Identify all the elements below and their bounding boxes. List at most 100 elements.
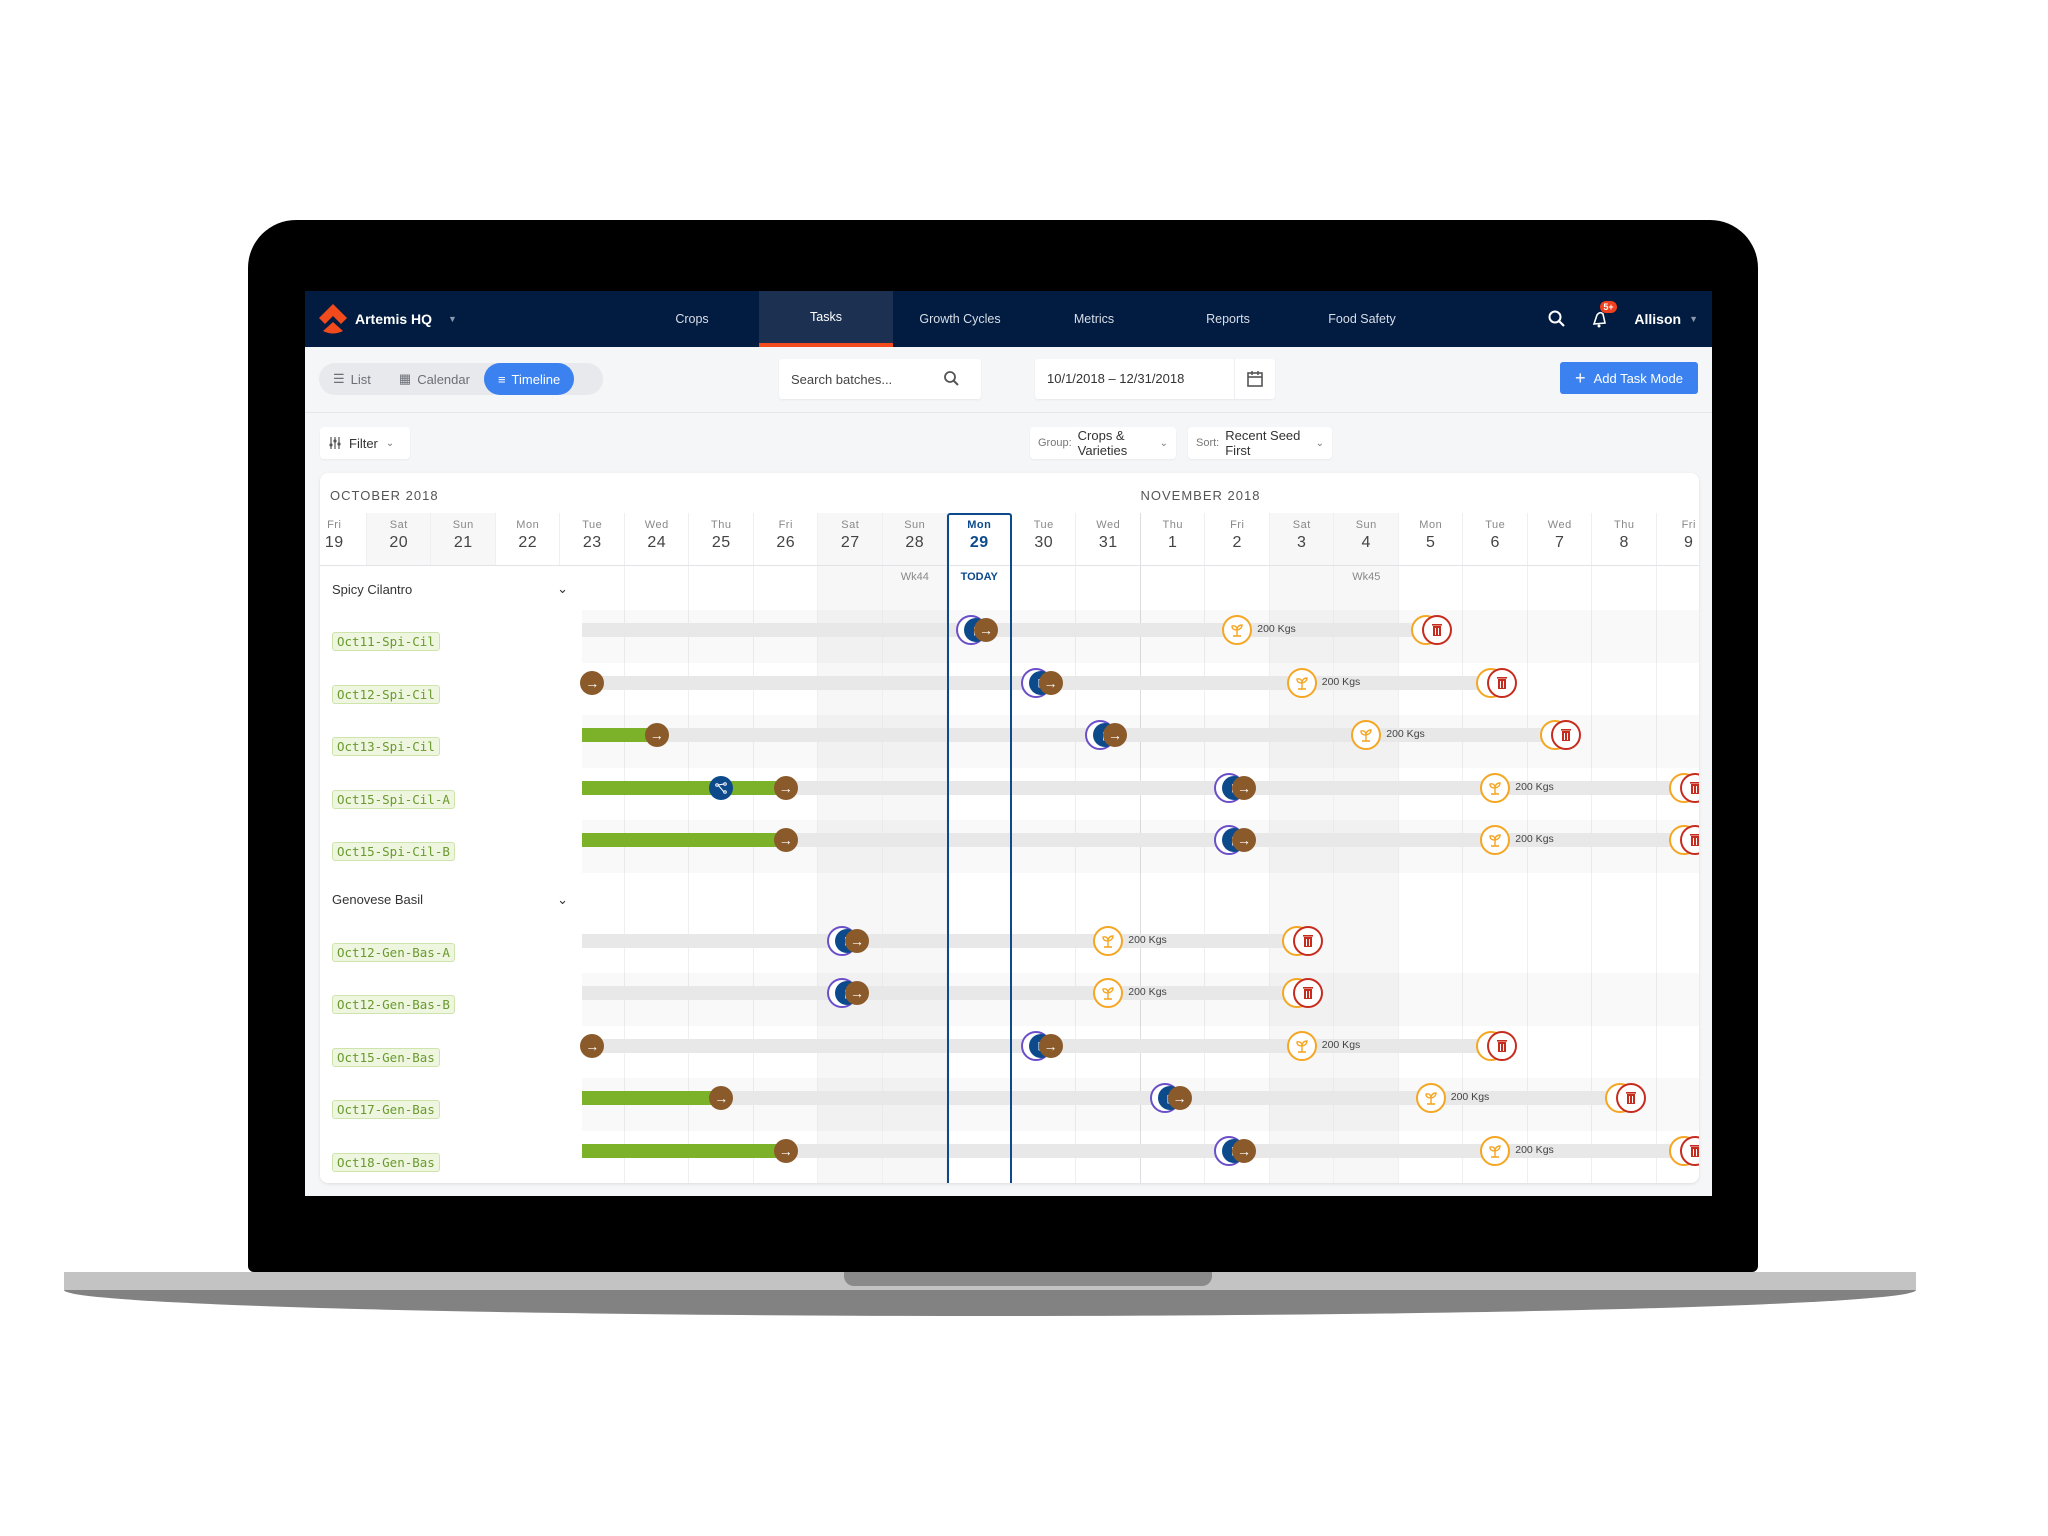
- transfer-arrow-icon[interactable]: →: [845, 981, 870, 1005]
- harvest-amount: 200 Kgs: [1515, 833, 1554, 845]
- view-label: Timeline: [511, 371, 561, 387]
- harvest-amount: 200 Kgs: [1128, 933, 1167, 946]
- date-range-value[interactable]: 10/1/2018 – 12/31/2018: [1035, 359, 1235, 399]
- transfer-arrow-icon[interactable]: →: [1103, 723, 1128, 747]
- trash-icon[interactable]: [1293, 978, 1324, 1008]
- day-header: Tue 30: [1012, 513, 1077, 565]
- transfer-arrow-icon[interactable]: →: [1038, 1033, 1063, 1058]
- day-of-week: Fri: [1230, 519, 1245, 531]
- chevron-down-icon[interactable]: ⌄: [557, 581, 568, 597]
- view-calendar[interactable]: ▦ Calendar: [385, 363, 484, 395]
- calendar-icon: ▦: [398, 371, 412, 386]
- group-dropdown[interactable]: Group: Crops & Varieties ⌄: [1030, 427, 1176, 459]
- view-label: Calendar: [417, 371, 470, 387]
- user-menu[interactable]: Allison ▼: [1634, 311, 1698, 327]
- transfer-arrow-icon[interactable]: →: [773, 828, 798, 852]
- view-switcher: ☰ List ▦ Calendar ≡ Timeline: [319, 363, 603, 395]
- tab-reports[interactable]: Reports: [1161, 291, 1295, 347]
- trash-icon[interactable]: [1680, 1135, 1699, 1166]
- day-of-week: Fri: [778, 519, 793, 531]
- trash-icon[interactable]: [1422, 615, 1453, 645]
- harvest-amount: 200 Kgs: [1128, 986, 1167, 998]
- transfer-arrow-icon[interactable]: →: [773, 775, 798, 800]
- day-header: Wed 24: [625, 513, 690, 565]
- batch-tag[interactable]: Oct13-Spi-Cil: [332, 737, 440, 756]
- day-header: Mon 5: [1399, 513, 1464, 565]
- week-label: Wk44: [900, 571, 929, 583]
- brand-switcher[interactable]: Artemis HQ ▼: [319, 291, 457, 347]
- batch-tag[interactable]: Oct17-Gen-Bas: [332, 1100, 440, 1119]
- trash-icon[interactable]: [1615, 1083, 1646, 1113]
- day-header: Wed 31: [1076, 513, 1141, 565]
- filter-button[interactable]: Filter ⌄: [320, 427, 410, 459]
- search-icon[interactable]: [1548, 310, 1566, 328]
- trash-icon[interactable]: [1680, 772, 1699, 803]
- transfer-arrow-icon[interactable]: →: [1232, 828, 1257, 852]
- list-icon: ☰: [333, 371, 345, 386]
- day-of-week: Tue: [1033, 519, 1054, 531]
- batch-tag[interactable]: Oct18-Gen-Bas: [332, 1152, 440, 1172]
- transfer-arrow-icon[interactable]: →: [845, 928, 870, 953]
- transfer-arrow-icon[interactable]: →: [773, 1138, 798, 1163]
- batch-track: [582, 933, 1309, 948]
- batch-tag[interactable]: Oct15-Spi-Cil-A: [332, 789, 455, 809]
- tab-tasks[interactable]: Tasks: [759, 291, 893, 347]
- transfer-arrow-icon[interactable]: →: [974, 618, 999, 642]
- add-task-mode-label: Add Task Mode: [1593, 370, 1683, 386]
- view-timeline[interactable]: ≡ Timeline: [483, 363, 575, 395]
- chevron-down-icon[interactable]: ⌄: [557, 892, 568, 908]
- crop-group-header[interactable]: Spicy Cilantro ⌄: [332, 581, 568, 597]
- day-header: Fri 2: [1205, 513, 1270, 565]
- day-header: Sun 4: [1334, 513, 1399, 565]
- tab-metrics[interactable]: Metrics: [1027, 291, 1161, 347]
- day-header: Sat 20: [367, 513, 432, 565]
- transfer-arrow-icon[interactable]: →: [1232, 775, 1257, 800]
- batch-tag[interactable]: Oct11-Spi-Cil: [332, 632, 440, 651]
- caret-down-icon: ▼: [1689, 314, 1698, 324]
- harvest-amount: 200 Kgs: [1321, 1038, 1361, 1051]
- add-task-mode-button[interactable]: + Add Task Mode: [1560, 362, 1698, 394]
- month-label: OCTOBER 2018: [330, 488, 439, 503]
- trash-icon[interactable]: [1486, 667, 1517, 698]
- batch-tag[interactable]: Oct12-Spi-Cil: [332, 684, 440, 704]
- batch-tag[interactable]: Oct12-Gen-Bas-B: [332, 995, 455, 1014]
- day-of-week: Tue: [1485, 519, 1506, 531]
- tab-growth-cycles[interactable]: Growth Cycles: [893, 291, 1027, 347]
- seedling-icon[interactable]: [1480, 1135, 1511, 1166]
- day-of-week: Mon: [516, 519, 540, 531]
- view-list[interactable]: ☰ List: [319, 363, 385, 395]
- harvest-amount: 200 Kgs: [1450, 1091, 1490, 1103]
- trash-icon[interactable]: [1293, 925, 1324, 956]
- seedling-icon[interactable]: [1286, 667, 1317, 698]
- trash-icon[interactable]: [1551, 720, 1582, 750]
- seedling-icon[interactable]: [1093, 925, 1124, 956]
- batch-tag[interactable]: Oct15-Spi-Cil-B: [332, 842, 455, 861]
- batch-tag[interactable]: Oct12-Gen-Bas-A: [332, 942, 455, 962]
- trash-icon[interactable]: [1486, 1030, 1517, 1061]
- search-input[interactable]: [779, 371, 937, 387]
- transfer-arrow-icon[interactable]: →: [1167, 1086, 1192, 1110]
- notifications-button[interactable]: 5+: [1590, 301, 1617, 329]
- day-header: Sun 28: [883, 513, 948, 565]
- date-range-picker[interactable]: 10/1/2018 – 12/31/2018: [1035, 359, 1275, 399]
- sort-dropdown[interactable]: Sort: Recent Seed First ⌄: [1188, 427, 1332, 459]
- tab-food-safety[interactable]: Food Safety: [1295, 291, 1429, 347]
- seedling-icon[interactable]: [1415, 1083, 1446, 1113]
- seedling-icon[interactable]: [1480, 772, 1511, 803]
- transfer-arrow-icon[interactable]: →: [580, 1033, 605, 1058]
- transfer-arrow-icon[interactable]: →: [644, 723, 669, 747]
- transfer-arrow-icon[interactable]: →: [580, 670, 605, 695]
- day-header: Wed 7: [1528, 513, 1593, 565]
- day-of-week: Sat: [389, 519, 408, 531]
- transfer-arrow-icon[interactable]: →: [1232, 1138, 1257, 1163]
- calendar-icon[interactable]: [1246, 370, 1264, 388]
- chevron-down-icon: ⌄: [385, 437, 395, 449]
- seedling-icon[interactable]: [1286, 1030, 1317, 1061]
- month-label: NOVEMBER 2018: [1140, 488, 1261, 503]
- transfer-arrow-icon[interactable]: →: [1038, 670, 1063, 695]
- batch-tag[interactable]: Oct15-Gen-Bas: [332, 1047, 440, 1067]
- tab-crops[interactable]: Crops: [625, 291, 759, 347]
- crop-group-header[interactable]: Genovese Basil ⌄: [332, 892, 568, 908]
- search-icon[interactable]: [943, 370, 961, 388]
- split-icon[interactable]: [709, 775, 734, 800]
